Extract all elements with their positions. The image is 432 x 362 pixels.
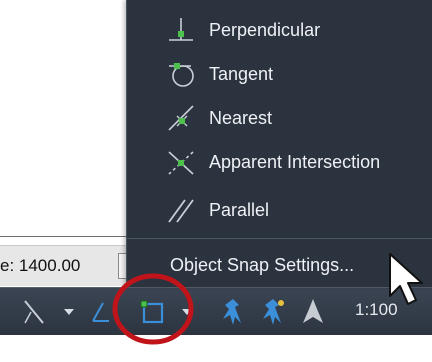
nearest-snap-icon xyxy=(168,105,194,131)
perpendicular-snap-icon xyxy=(169,18,193,41)
isodraft-toggle-button[interactable] xyxy=(20,288,48,335)
annotation-scale-icon xyxy=(303,298,323,323)
annotation-scale-button[interactable] xyxy=(298,288,328,335)
menu-item-tangent[interactable]: Tangent xyxy=(127,54,432,94)
menu-item-parallel[interactable]: Parallel xyxy=(127,190,432,230)
menu-item-apparent-intersection[interactable]: Apparent Intersection xyxy=(127,142,432,182)
highlight-circle-annotation xyxy=(112,273,194,345)
isodraft-icon xyxy=(24,299,44,324)
menu-separator xyxy=(127,238,432,239)
annotation-visibility-button[interactable] xyxy=(218,288,248,335)
scale-field-value: e: 1400.00 xyxy=(0,256,81,275)
parallel-snap-icon xyxy=(168,199,194,223)
auto-scale-icon xyxy=(263,298,284,325)
menu-item-label: Perpendicular xyxy=(209,19,321,40)
tangent-snap-icon xyxy=(169,63,194,87)
auto-scale-button[interactable] xyxy=(258,288,288,335)
apparent-intersection-snap-icon xyxy=(168,151,194,175)
menu-item-perpendicular[interactable]: Perpendicular xyxy=(127,10,432,50)
object-snap-settings-label: Object Snap Settings... xyxy=(170,254,355,275)
polar-angle-icon xyxy=(92,302,109,322)
annotation-person-icon xyxy=(223,298,241,325)
menu-item-nearest[interactable]: Nearest xyxy=(127,98,432,138)
menu-item-label: Apparent Intersection xyxy=(209,151,381,172)
menu-item-label: Nearest xyxy=(209,107,273,128)
menu-item-label: Parallel xyxy=(209,199,270,220)
chevron-down-icon[interactable] xyxy=(64,309,74,315)
mouse-pointer-icon xyxy=(389,253,423,305)
drawing-line xyxy=(0,236,135,237)
object-snap-menu: Perpendicular Tangent Nearest Apparent I… xyxy=(126,0,432,287)
menu-item-label: Tangent xyxy=(209,63,274,84)
